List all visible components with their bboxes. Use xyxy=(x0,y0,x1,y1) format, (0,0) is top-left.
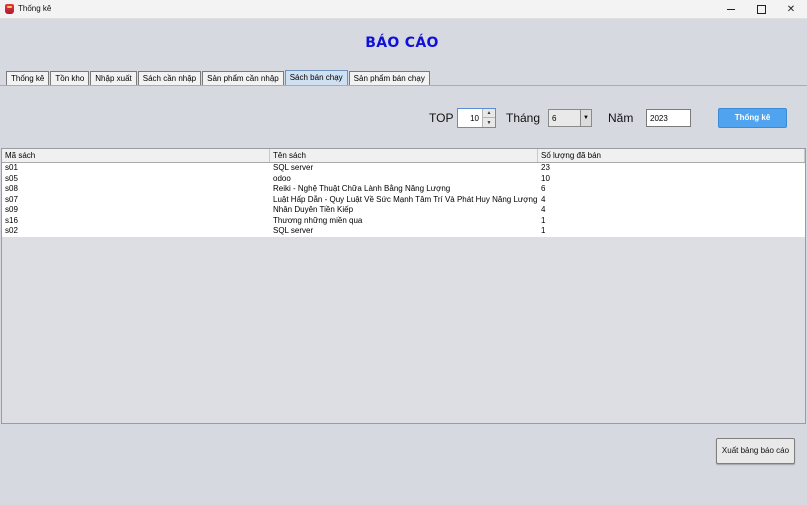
cell-quantity-sold: 23 xyxy=(541,163,550,172)
table-row[interactable]: s01 SQL server 23 xyxy=(2,163,805,174)
cell-book-id: s09 xyxy=(5,205,18,214)
table-row[interactable]: s07 Luật Hấp Dẫn - Quy Luật Về Sức Mạnh … xyxy=(2,195,805,206)
column-header-quantity-sold[interactable]: Số lượng đã bán xyxy=(538,149,805,162)
maximize-icon xyxy=(756,4,766,14)
tab-sach-ban-chay[interactable]: Sách bán chạy xyxy=(284,70,348,85)
table-row[interactable]: s05 odoo 10 xyxy=(2,174,805,185)
tab-nhap-xuat[interactable]: Nhập xuất xyxy=(90,71,137,85)
table-body: s01 SQL server 23 s05 odoo 10 s08 Reiki … xyxy=(2,163,805,237)
cell-book-name: Reiki - Nghệ Thuật Chữa Lành Bằng Năng L… xyxy=(273,184,451,193)
spinner-buttons: ▲ ▼ xyxy=(482,109,495,127)
tab-thong-ke[interactable]: Thống kê xyxy=(6,71,50,85)
year-label: Năm xyxy=(608,111,634,125)
cell-book-id: s07 xyxy=(5,194,18,204)
export-report-button[interactable]: Xuất bảng báo cáo xyxy=(716,438,795,464)
table-row[interactable]: s16 Thương những miền qua 1 xyxy=(2,216,805,227)
cell-quantity-sold: 6 xyxy=(541,184,546,193)
minimize-button[interactable] xyxy=(716,0,746,18)
close-icon: ✕ xyxy=(786,3,796,15)
tab-san-pham-ban-chay[interactable]: Sản phẩm bán chạy xyxy=(348,71,430,85)
cell-quantity-sold: 10 xyxy=(541,173,550,183)
cell-book-name: Luật Hấp Dẫn - Quy Luật Về Sức Mạnh Tâm … xyxy=(273,194,538,204)
cell-quantity-sold: 4 xyxy=(541,205,546,214)
tab-strip: Thống kê Tồn kho Nhập xuất Sách cần nhập… xyxy=(6,70,431,86)
app-icon xyxy=(5,4,14,14)
year-input[interactable]: 2023 xyxy=(646,109,691,127)
cell-book-name: Nhân Duyên Tiền Kiếp xyxy=(273,205,354,214)
cell-book-id: s08 xyxy=(5,184,18,193)
close-button[interactable]: ✕ xyxy=(776,0,806,18)
tab-ton-kho[interactable]: Tồn kho xyxy=(50,71,90,85)
table-row[interactable]: s08 Reiki - Nghệ Thuật Chữa Lành Bằng Nă… xyxy=(2,184,805,195)
cell-book-id: s16 xyxy=(5,215,18,225)
top-count-value[interactable]: 10 xyxy=(470,114,479,123)
cell-book-id: s05 xyxy=(5,173,18,183)
minimize-icon xyxy=(727,8,735,10)
statistics-button[interactable]: Thống kê xyxy=(718,108,787,128)
app-window: Thống kê ✕ BÁO CÁO Thống kê Tồn kho Nhập… xyxy=(0,0,807,505)
cell-book-name: odoo xyxy=(273,173,291,183)
cell-quantity-sold: 1 xyxy=(541,226,546,235)
page-title: BÁO CÁO xyxy=(365,35,439,51)
table-header: Mã sách Tên sách Số lượng đã bán xyxy=(2,149,805,163)
top-label: TOP xyxy=(429,111,454,125)
window-title: Thống kê xyxy=(18,4,52,13)
cell-book-id: s02 xyxy=(5,226,18,235)
month-value: 6 xyxy=(552,114,557,123)
title-bar: Thống kê ✕ xyxy=(0,0,807,19)
month-label: Tháng xyxy=(506,111,541,125)
cell-quantity-sold: 4 xyxy=(541,194,546,204)
table-row[interactable]: s09 Nhân Duyên Tiền Kiếp 4 xyxy=(2,205,805,216)
table-row[interactable]: s02 SQL server 1 xyxy=(2,226,805,237)
cell-quantity-sold: 1 xyxy=(541,215,546,225)
top-count-spinner[interactable]: 10 ▲ ▼ xyxy=(457,108,496,128)
column-header-book-name[interactable]: Tên sách xyxy=(270,149,538,162)
tab-san-pham-can-nhap[interactable]: Sản phẩm cần nhập xyxy=(202,71,284,85)
chevron-down-icon[interactable]: ▼ xyxy=(580,110,591,126)
cell-book-id: s01 xyxy=(5,163,18,172)
cell-book-name: Thương những miền qua xyxy=(273,215,363,225)
bestseller-table: Mã sách Tên sách Số lượng đã bán s01 SQL… xyxy=(1,148,806,424)
maximize-button[interactable] xyxy=(746,0,776,18)
column-header-book-id[interactable]: Mã sách xyxy=(2,149,270,162)
year-value: 2023 xyxy=(650,114,668,123)
cell-book-name: SQL server xyxy=(273,226,314,235)
tab-sach-can-nhap[interactable]: Sách cần nhập xyxy=(137,71,202,85)
spin-down-icon[interactable]: ▼ xyxy=(483,118,495,127)
spin-up-icon[interactable]: ▲ xyxy=(483,109,495,118)
cell-book-name: SQL server xyxy=(273,163,314,172)
month-select[interactable]: 6 ▼ xyxy=(548,109,592,127)
